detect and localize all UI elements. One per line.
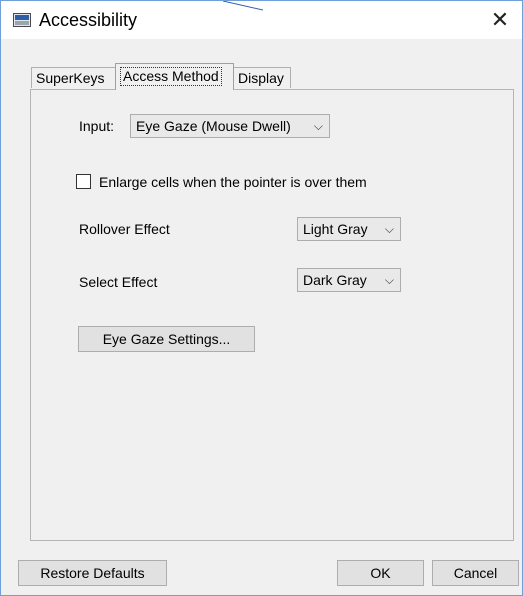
input-select-value: Eye Gaze (Mouse Dwell)	[136, 118, 291, 134]
close-button[interactable]: ✕	[478, 1, 522, 39]
select-effect-value: Dark Gray	[303, 272, 367, 288]
cancel-button[interactable]: Cancel	[432, 560, 519, 586]
rollover-effect-select[interactable]: Light Gray ⌵	[297, 217, 401, 241]
tab-label: SuperKeys	[36, 70, 105, 86]
input-label: Input:	[79, 118, 115, 134]
tab-display[interactable]: Display	[233, 67, 291, 88]
tab-label: Display	[238, 70, 284, 86]
eye-gaze-settings-button[interactable]: Eye Gaze Settings...	[78, 326, 255, 352]
rollover-effect-label: Rollover Effect	[79, 221, 170, 237]
tab-access-method[interactable]: Access Method	[115, 63, 234, 90]
close-icon: ✕	[490, 7, 510, 33]
accessibility-dialog: Accessibility ✕ SuperKeys Access Method …	[0, 0, 523, 596]
chevron-down-icon: ⌵	[384, 222, 394, 236]
select-effect-select[interactable]: Dark Gray ⌵	[297, 268, 401, 292]
enlarge-cells-label[interactable]: Enlarge cells when the pointer is over t…	[99, 173, 367, 191]
ok-button[interactable]: OK	[337, 560, 424, 586]
enlarge-cells-checkbox[interactable]	[76, 174, 91, 189]
input-select[interactable]: Eye Gaze (Mouse Dwell) ⌵	[130, 114, 330, 138]
window-title: Accessibility	[39, 10, 138, 30]
chevron-down-icon: ⌵	[313, 119, 323, 133]
select-effect-label: Select Effect	[79, 274, 158, 290]
tab-superkeys[interactable]: SuperKeys	[31, 67, 116, 88]
decorative-line-icon	[223, 1, 263, 11]
tab-label: Access Method	[120, 67, 222, 86]
chevron-down-icon: ⌵	[384, 273, 394, 287]
access-method-panel: Input: Eye Gaze (Mouse Dwell) ⌵ Enlarge …	[30, 89, 514, 541]
restore-defaults-button[interactable]: Restore Defaults	[18, 560, 167, 586]
app-icon	[13, 13, 31, 27]
title-bar[interactable]: Accessibility ✕	[1, 1, 522, 39]
rollover-effect-value: Light Gray	[303, 221, 368, 237]
